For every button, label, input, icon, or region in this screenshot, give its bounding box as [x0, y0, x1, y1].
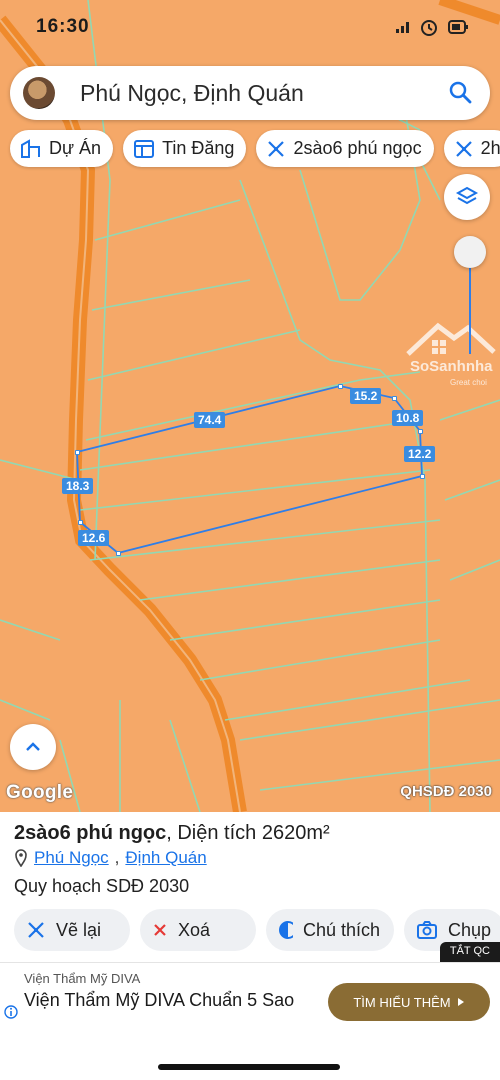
vertex-marker[interactable] — [338, 384, 343, 389]
measure-icon — [268, 140, 285, 157]
listing-icon — [134, 139, 155, 158]
watermark-subtext: Great choi — [450, 378, 487, 387]
dimension-label: 18.3 — [62, 478, 94, 494]
chip-measurement[interactable]: 2sào6 phú ngọc — [256, 130, 434, 167]
chip-measurement-2[interactable]: 2h — [443, 130, 500, 167]
legend-label: Chú thích — [302, 919, 380, 940]
home-indicator-area — [0, 1040, 500, 1080]
status-time: 16:30 — [36, 16, 90, 37]
chip-tin-dang[interactable]: Tin Đăng — [123, 130, 247, 167]
address-separator: , — [114, 848, 120, 867]
search-bar[interactable]: Phú Ngọc, Định Quán — [10, 66, 490, 120]
legend-icon — [279, 921, 293, 939]
layers-icon — [455, 186, 479, 205]
watermark-text: SoSanhnha — [410, 358, 493, 375]
vertex-marker[interactable] — [392, 396, 397, 401]
camera-icon — [417, 921, 437, 939]
building-icon — [21, 138, 40, 158]
chevron-up-icon — [26, 742, 40, 751]
ad-headline: Viện Thẩm Mỹ DIVA Chuẩn 5 Sao — [24, 990, 295, 1010]
vertex-marker[interactable] — [75, 450, 80, 455]
dimension-label: 10.8 — [392, 410, 424, 426]
redraw-label: Vẽ lại — [56, 919, 102, 940]
action-bar: Vẽ lại Xoá Chú thích Chụp — [14, 909, 500, 951]
ad-cta-button[interactable]: TÌM HIỂU THÊM — [328, 983, 490, 1021]
redraw-button[interactable]: Vẽ lại — [14, 909, 130, 951]
ad-banner[interactable]: Viện Thẩm Mỹ DIVA Viện Thẩm Mỹ DIVA Chuẩ… — [0, 962, 500, 1040]
house-logo-icon — [406, 322, 496, 356]
chip-du-an[interactable]: Dự Án — [10, 130, 114, 167]
measure-icon — [455, 140, 472, 157]
watermark-logo: SoSanhnha Great choi — [398, 312, 500, 392]
layers-button[interactable] — [444, 174, 490, 220]
parcel-title: 2sào6 phú ngọc, Diện tích 2620m² — [14, 822, 330, 845]
alarm-icon — [421, 20, 437, 36]
status-bar: 16:30 — [0, 0, 500, 58]
battery-icon — [448, 20, 468, 34]
layer-label: QHSDĐ 2030 — [400, 783, 492, 800]
filter-chips: Dự Án Tin Đăng 2sào6 phú ngọc 2h — [10, 130, 500, 168]
google-logo: Google — [6, 782, 74, 803]
map-canvas — [0, 0, 500, 812]
chip-label: Dự Án — [49, 138, 102, 158]
parcel-area: , Diện tích 2620m² — [166, 822, 330, 844]
planning-label: Quy hoạch SDĐ 2030 — [14, 876, 190, 896]
close-icon — [154, 924, 166, 936]
dimension-label: 12.6 — [78, 530, 110, 546]
location-pin-icon — [15, 849, 27, 867]
dimension-label: 15.2 — [350, 388, 382, 404]
vertex-marker[interactable] — [78, 520, 83, 525]
map-view[interactable]: 74.4 15.2 10.8 12.2 18.3 12.6 SoSanhnha … — [0, 0, 500, 812]
home-indicator[interactable] — [158, 1064, 340, 1070]
legend-button[interactable]: Chú thích — [266, 909, 394, 951]
ad-cta-label: TÌM HIỂU THÊM — [353, 994, 451, 1010]
search-icon[interactable] — [448, 80, 474, 106]
opacity-slider-track[interactable] — [469, 262, 471, 354]
play-arrow-icon — [457, 998, 464, 1006]
delete-button[interactable]: Xoá — [140, 909, 256, 951]
dimension-label: 74.4 — [194, 412, 226, 428]
vertex-marker[interactable] — [418, 429, 423, 434]
expand-button[interactable] — [10, 724, 56, 770]
parcel-name: 2sào6 phú ngọc — [14, 822, 167, 844]
search-input[interactable]: Phú Ngọc, Định Quán — [80, 80, 304, 107]
district-link[interactable]: Định Quán — [125, 848, 206, 868]
measure-icon — [28, 922, 44, 938]
avatar[interactable] — [23, 77, 55, 109]
dimension-label: 12.2 — [404, 446, 436, 462]
commune-link[interactable]: Phú Ngọc — [34, 848, 109, 868]
address: Phú Ngọc, Định Quán — [14, 848, 207, 868]
ad-close-button[interactable]: TẮT QC — [439, 942, 500, 962]
info-icon[interactable] — [4, 1005, 18, 1019]
vertex-marker[interactable] — [116, 551, 121, 556]
opacity-slider-handle[interactable] — [454, 236, 486, 268]
capture-label: Chụp — [448, 919, 492, 940]
signal-icon — [396, 22, 409, 33]
system-icons — [396, 18, 470, 36]
delete-label: Xoá — [178, 919, 211, 940]
chip-label: 2sào6 phú ngọc — [293, 138, 422, 158]
vertex-marker[interactable] — [420, 474, 425, 479]
chip-label: 2h — [480, 138, 500, 158]
chip-label: Tin Đăng — [162, 138, 235, 158]
ad-advertiser: Viện Thẩm Mỹ DIVA — [24, 971, 141, 986]
